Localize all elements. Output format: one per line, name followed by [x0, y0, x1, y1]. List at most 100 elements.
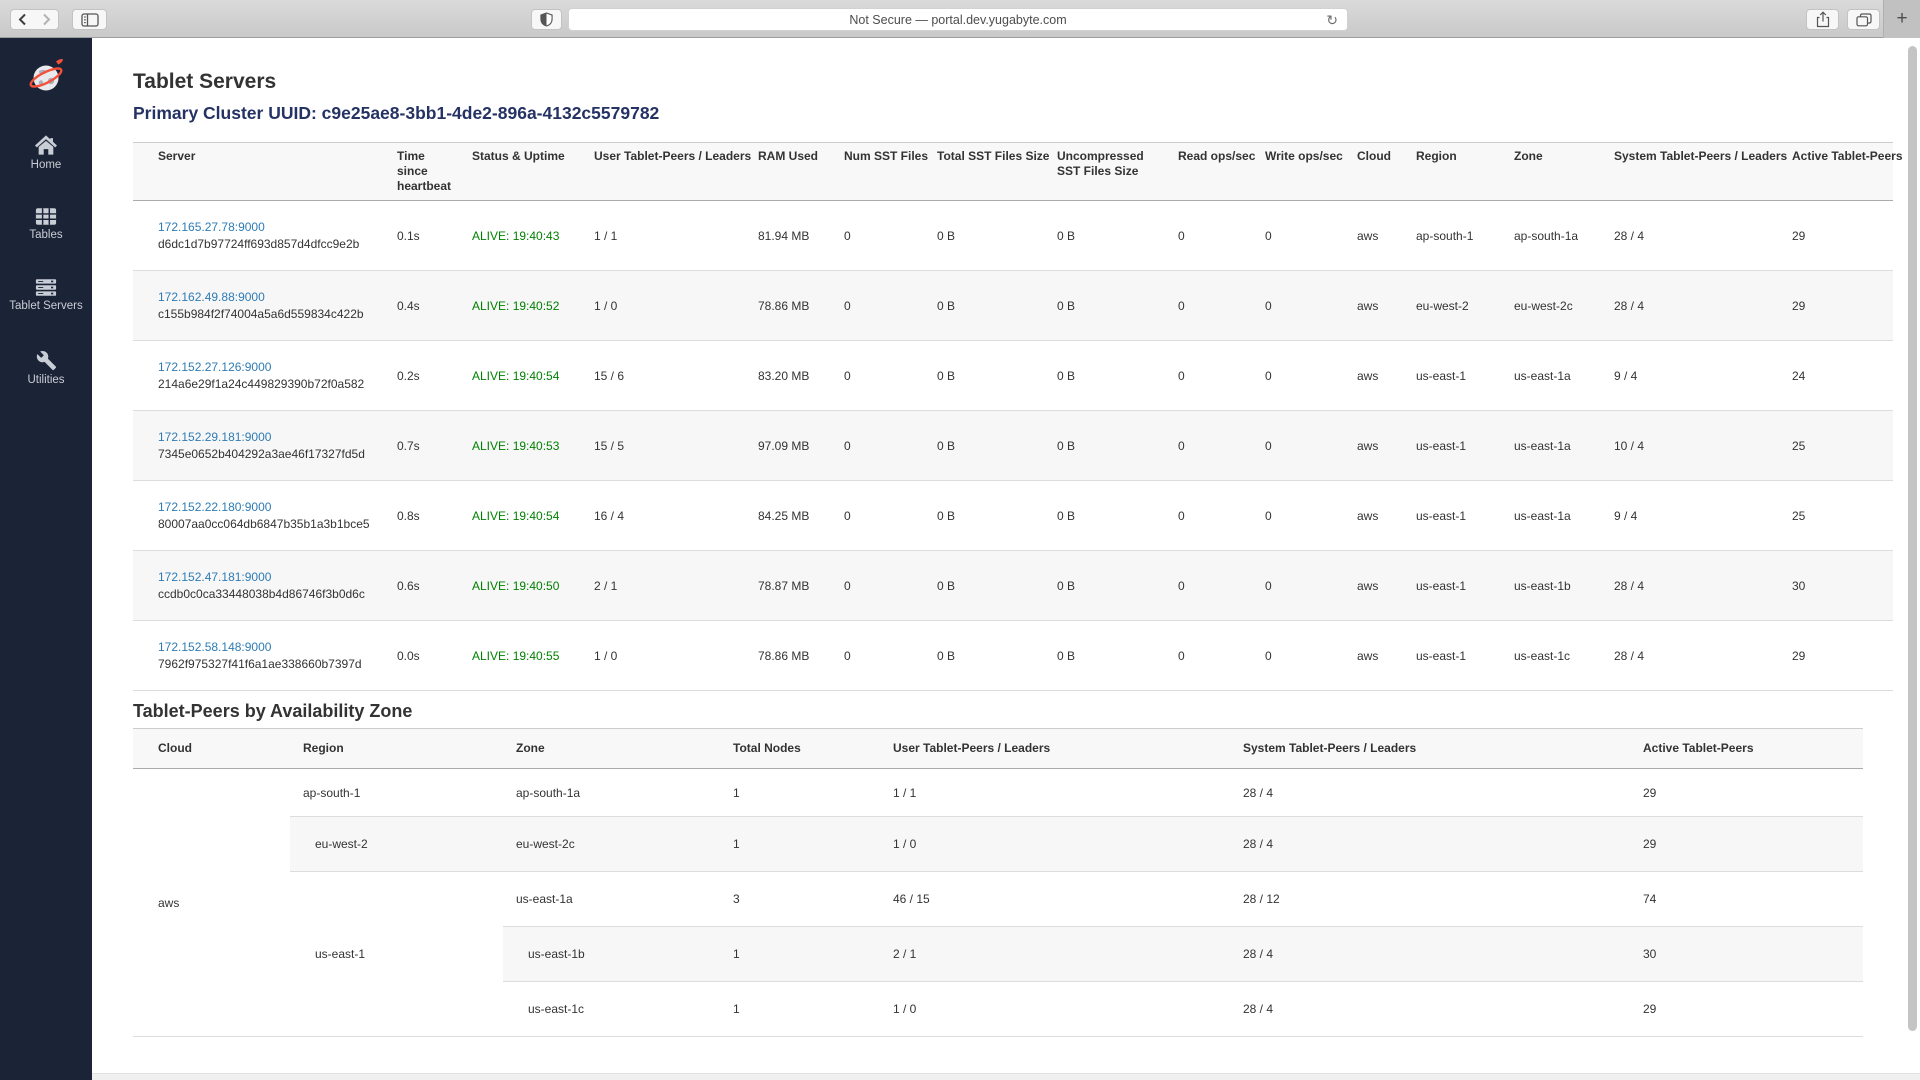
cell-sst-size: 0 B: [927, 621, 1047, 691]
cell-zone: us-east-1a: [1504, 481, 1604, 551]
cell-active-peers: 24: [1782, 341, 1893, 411]
server-link[interactable]: 172.152.47.181:9000: [158, 570, 379, 584]
server-link[interactable]: 172.152.29.181:9000: [158, 430, 379, 444]
cell-unc-sst: 0 B: [1047, 481, 1168, 551]
cell-system-peers: 28 / 4: [1230, 817, 1630, 872]
cell-num-sst: 0: [834, 621, 927, 691]
column-header-heartbeat: Time since heartbeat: [387, 143, 462, 201]
server-uuid: 214a6e29f1a24c449829390b72f0a582: [158, 377, 379, 391]
tablet-servers-table: Server Time since heartbeat Status & Upt…: [133, 142, 1893, 691]
sidebar-item-label: Tables: [29, 229, 62, 241]
cell-system-peers: 28 / 12: [1230, 872, 1630, 927]
cell-sst-size: 0 B: [927, 271, 1047, 341]
browser-chrome: Not Secure — portal.dev.yugabyte.com ↻ +: [0, 0, 1920, 38]
column-header-total-nodes: Total Nodes: [720, 729, 880, 769]
cell-cloud: aws: [1347, 411, 1406, 481]
cell-total-nodes: 1: [720, 982, 880, 1037]
new-tab-button[interactable]: +: [1883, 0, 1920, 38]
horizontal-scrollbar-track[interactable]: [92, 1073, 1920, 1080]
vertical-scrollbar-thumb[interactable]: [1908, 46, 1917, 1031]
cell-unc-sst: 0 B: [1047, 271, 1168, 341]
column-header-region: Region: [1406, 143, 1504, 201]
table-header-row: Server Time since heartbeat Status & Upt…: [133, 143, 1893, 201]
cell-zone: us-east-1a: [1504, 411, 1604, 481]
sidebar-item-tables[interactable]: Tables: [0, 207, 92, 241]
cell-user-peers: 16 / 4: [584, 481, 748, 551]
cell-read-ops: 0: [1168, 341, 1255, 411]
sidebar-item-tablet-servers[interactable]: Tablet Servers: [0, 278, 92, 312]
cell-write-ops: 0: [1255, 621, 1347, 691]
cell-cloud: aws: [1347, 551, 1406, 621]
cell-unc-sst: 0 B: [1047, 621, 1168, 691]
column-header-system-peers: System Tablet-Peers / Leaders: [1604, 143, 1782, 201]
url-bar[interactable]: Not Secure — portal.dev.yugabyte.com ↻: [568, 8, 1348, 31]
cell-active-peers: 74: [1630, 872, 1863, 927]
refresh-icon[interactable]: ↻: [1326, 11, 1338, 29]
cell-server: 172.152.29.181:9000 7345e0652b404292a3ae…: [133, 411, 387, 481]
cell-region: eu-west-2: [1406, 271, 1504, 341]
column-header-active-peers: Active Tablet-Peers: [1782, 143, 1893, 201]
sidebar-toggle-button[interactable]: [72, 9, 107, 30]
cell-system-peers: 28 / 4: [1604, 551, 1782, 621]
cell-server: 172.152.27.126:9000 214a6e29f1a24c449829…: [133, 341, 387, 411]
cell-num-sst: 0: [834, 341, 927, 411]
cell-active-peers: 29: [1782, 201, 1893, 271]
yugabyte-logo-icon: [25, 56, 67, 98]
app-logo[interactable]: [0, 56, 92, 98]
server-link[interactable]: 172.165.27.78:9000: [158, 220, 379, 234]
server-link[interactable]: 172.162.49.88:9000: [158, 290, 379, 304]
cell-user-peers: 1 / 0: [880, 817, 1230, 872]
table-row: 172.165.27.78:9000 d6dc1d7b97724ff693d85…: [133, 201, 1893, 271]
cell-system-peers: 28 / 4: [1230, 769, 1630, 817]
column-header-read-ops: Read ops/sec: [1168, 143, 1255, 201]
cell-status: ALIVE: 19:40:54: [462, 481, 584, 551]
cell-cloud: aws: [1347, 341, 1406, 411]
cell-zone: us-east-1a: [1504, 341, 1604, 411]
table-row: 172.152.22.180:9000 80007aa0cc064db6847b…: [133, 481, 1893, 551]
cell-read-ops: 0: [1168, 201, 1255, 271]
cell-user-peers: 1 / 0: [584, 621, 748, 691]
cell-unc-sst: 0 B: [1047, 341, 1168, 411]
home-icon: [35, 135, 57, 156]
share-button[interactable]: [1806, 9, 1839, 30]
plus-icon: +: [1896, 8, 1907, 30]
cell-region: us-east-1: [290, 872, 503, 1037]
table-row: 172.152.58.148:9000 7962f975327f41f6a1ae…: [133, 621, 1893, 691]
server-uuid: ccdb0c0ca33448038b4d86746f3b0d6c: [158, 587, 379, 601]
table-row: 172.162.49.88:9000 c155b984f2f74004a5a6d…: [133, 271, 1893, 341]
column-header-active-peers: Active Tablet-Peers: [1630, 729, 1863, 769]
privacy-shield-button[interactable]: [531, 9, 562, 30]
server-link[interactable]: 172.152.58.148:9000: [158, 640, 379, 654]
sidebar-item-home[interactable]: Home: [0, 135, 92, 171]
cell-user-peers: 1 / 1: [880, 769, 1230, 817]
column-header-server: Server: [133, 143, 387, 201]
cell-unc-sst: 0 B: [1047, 411, 1168, 481]
cell-server: 172.152.22.180:9000 80007aa0cc064db6847b…: [133, 481, 387, 551]
column-header-region: Region: [290, 729, 503, 769]
cell-user-peers: 46 / 15: [880, 872, 1230, 927]
server-link[interactable]: 172.152.22.180:9000: [158, 500, 379, 514]
forward-button[interactable]: [34, 9, 59, 30]
cell-write-ops: 0: [1255, 271, 1347, 341]
cell-read-ops: 0: [1168, 481, 1255, 551]
tab-overview-button[interactable]: [1847, 9, 1880, 30]
app-sidebar: Home Tables Tablet Servers Utili: [0, 38, 92, 1080]
cell-active-peers: 29: [1630, 769, 1863, 817]
az-table: Cloud Region Zone Total Nodes User Table…: [133, 728, 1863, 1037]
cell-cloud: aws: [1347, 271, 1406, 341]
cell-active-peers: 29: [1782, 271, 1893, 341]
cell-system-peers: 10 / 4: [1604, 411, 1782, 481]
column-header-zone: Zone: [1504, 143, 1604, 201]
cell-status: ALIVE: 19:40:54: [462, 341, 584, 411]
server-link[interactable]: 172.152.27.126:9000: [158, 360, 379, 374]
cell-ram: 83.20 MB: [748, 341, 834, 411]
cell-active-peers: 29: [1630, 982, 1863, 1037]
cell-zone: ap-south-1a: [1504, 201, 1604, 271]
back-button[interactable]: [10, 9, 35, 30]
cell-region: us-east-1: [1406, 481, 1504, 551]
cell-zone: eu-west-2c: [503, 817, 720, 872]
sidebar-item-utilities[interactable]: Utilities: [0, 350, 92, 386]
column-header-write-ops: Write ops/sec: [1255, 143, 1347, 201]
sidebar-panel-icon: [81, 13, 99, 27]
cell-system-peers: 28 / 4: [1604, 201, 1782, 271]
